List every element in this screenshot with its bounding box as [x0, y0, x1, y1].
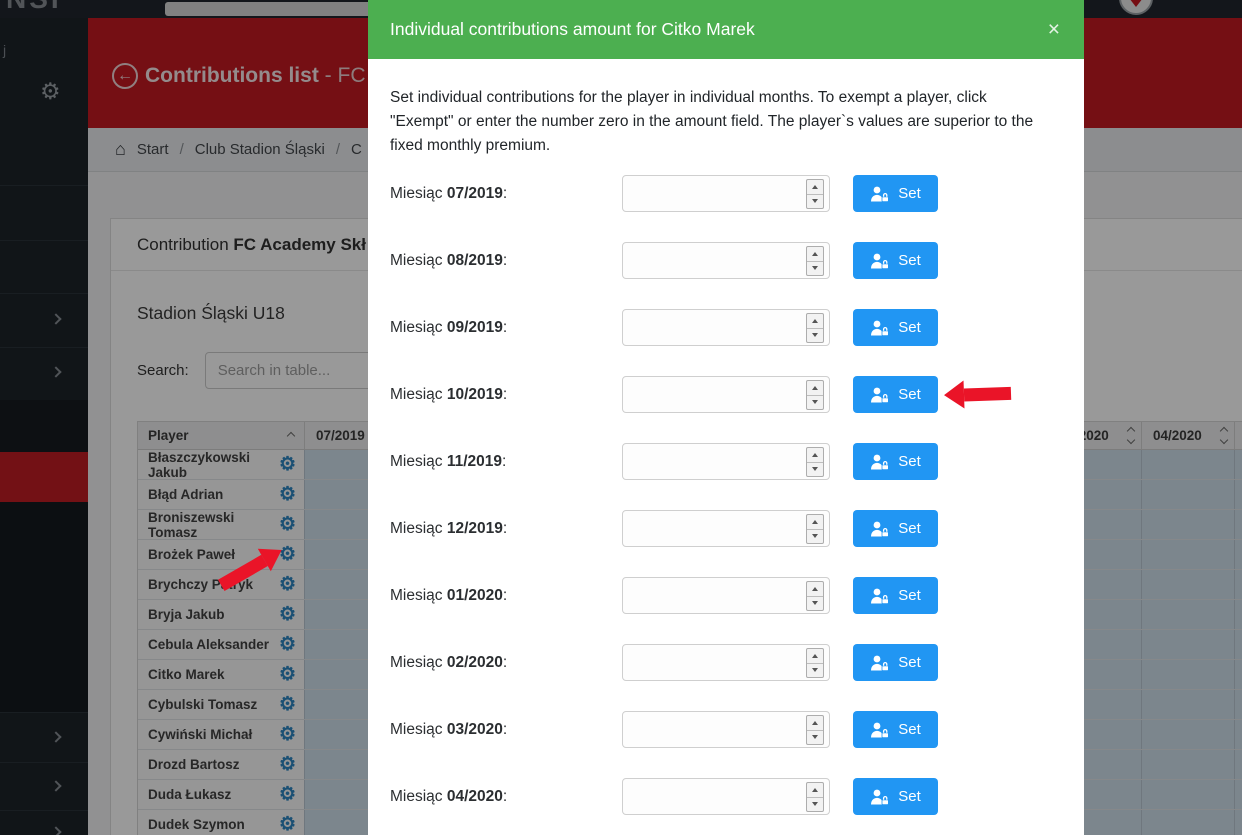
- spinner-up-button[interactable]: [807, 582, 823, 596]
- set-button[interactable]: Set: [853, 309, 938, 346]
- spinner-up-button[interactable]: [807, 381, 823, 395]
- set-button[interactable]: Set: [853, 711, 938, 748]
- spinner-down-button[interactable]: [807, 663, 823, 678]
- set-button[interactable]: Set: [853, 778, 938, 815]
- set-button[interactable]: Set: [853, 175, 938, 212]
- number-spinner: [806, 514, 824, 544]
- number-spinner: [806, 380, 824, 410]
- number-spinner: [806, 246, 824, 276]
- spinner-down-button[interactable]: [807, 328, 823, 343]
- month-amount-row: Miesiąc 03/2020:: [390, 711, 1052, 748]
- month-label: Miesiąc 01/2020:: [390, 587, 622, 605]
- month-amount-row: Miesiąc 11/2019:: [390, 443, 1052, 480]
- spinner-down-button[interactable]: [807, 194, 823, 209]
- month-amount-row: Miesiąc 02/2020:: [390, 644, 1052, 681]
- set-button[interactable]: Set: [853, 376, 938, 413]
- user-lock-icon: [870, 655, 889, 671]
- month-label: Miesiąc 04/2020:: [390, 788, 622, 806]
- spinner-down-button[interactable]: [807, 596, 823, 611]
- spinner-up-button[interactable]: [807, 783, 823, 797]
- spinner-up-button[interactable]: [807, 515, 823, 529]
- amount-input[interactable]: [622, 376, 830, 413]
- modal-header: Individual contributions amount for Citk…: [368, 0, 1084, 59]
- amount-input[interactable]: [622, 510, 830, 547]
- number-spinner: [806, 782, 824, 812]
- spinner-down-button[interactable]: [807, 529, 823, 544]
- number-spinner: [806, 447, 824, 477]
- month-label: Miesiąc 08/2019:: [390, 252, 622, 270]
- month-amount-row: Miesiąc 04/2020:: [390, 778, 1052, 815]
- month-label: Miesiąc 10/2019:: [390, 386, 622, 404]
- close-icon[interactable]: ×: [1048, 18, 1060, 42]
- spinner-up-button[interactable]: [807, 649, 823, 663]
- number-spinner: [806, 648, 824, 678]
- amount-input[interactable]: [622, 644, 830, 681]
- amount-input[interactable]: [622, 309, 830, 346]
- month-amount-row: Miesiąc 08/2019:: [390, 242, 1052, 279]
- amount-input[interactable]: [622, 577, 830, 614]
- amount-input[interactable]: [622, 175, 830, 212]
- amount-input[interactable]: [622, 443, 830, 480]
- modal-title: Individual contributions amount for Citk…: [390, 19, 755, 40]
- spinner-down-button[interactable]: [807, 462, 823, 477]
- set-button[interactable]: Set: [853, 510, 938, 547]
- user-lock-icon: [870, 454, 889, 470]
- set-button[interactable]: Set: [853, 242, 938, 279]
- month-label: Miesiąc 02/2020:: [390, 654, 622, 672]
- spinner-up-button[interactable]: [807, 180, 823, 194]
- amount-input[interactable]: [622, 711, 830, 748]
- spinner-up-button[interactable]: [807, 716, 823, 730]
- user-lock-icon: [870, 722, 889, 738]
- month-label: Miesiąc 09/2019:: [390, 319, 622, 337]
- annotation-arrow-set-button: [944, 379, 1012, 409]
- set-button[interactable]: Set: [853, 443, 938, 480]
- user-lock-icon: [870, 588, 889, 604]
- user-lock-icon: [870, 387, 889, 403]
- number-spinner: [806, 581, 824, 611]
- user-lock-icon: [870, 186, 889, 202]
- month-label: Miesiąc 03/2020:: [390, 721, 622, 739]
- spinner-down-button[interactable]: [807, 395, 823, 410]
- spinner-down-button[interactable]: [807, 797, 823, 812]
- number-spinner: [806, 313, 824, 343]
- spinner-up-button[interactable]: [807, 314, 823, 328]
- set-button[interactable]: Set: [853, 577, 938, 614]
- month-label: Miesiąc 07/2019:: [390, 185, 622, 203]
- month-amount-row: Miesiąc 07/2019:: [390, 175, 1052, 212]
- month-amount-row: Miesiąc 12/2019:: [390, 510, 1052, 547]
- spinner-up-button[interactable]: [807, 247, 823, 261]
- number-spinner: [806, 179, 824, 209]
- number-spinner: [806, 715, 824, 745]
- amount-input[interactable]: [622, 778, 830, 815]
- screen: NSI j ⚙ ← Contributions list - FC A ⌂ St…: [0, 0, 1242, 835]
- spinner-down-button[interactable]: [807, 730, 823, 745]
- month-label: Miesiąc 11/2019:: [390, 453, 622, 471]
- individual-contributions-modal: Individual contributions amount for Citk…: [368, 0, 1084, 835]
- user-lock-icon: [870, 253, 889, 269]
- user-lock-icon: [870, 521, 889, 537]
- month-label: Miesiąc 12/2019:: [390, 520, 622, 538]
- modal-body: Set individual contributions for the pla…: [368, 59, 1084, 815]
- spinner-up-button[interactable]: [807, 448, 823, 462]
- set-button[interactable]: Set: [853, 644, 938, 681]
- user-lock-icon: [870, 320, 889, 336]
- month-amount-row: Miesiąc 01/2020:: [390, 577, 1052, 614]
- month-amount-row: Miesiąc 09/2019:: [390, 309, 1052, 346]
- user-lock-icon: [870, 789, 889, 805]
- modal-description: Set individual contributions for the pla…: [390, 86, 1052, 158]
- amount-input[interactable]: [622, 242, 830, 279]
- spinner-down-button[interactable]: [807, 261, 823, 276]
